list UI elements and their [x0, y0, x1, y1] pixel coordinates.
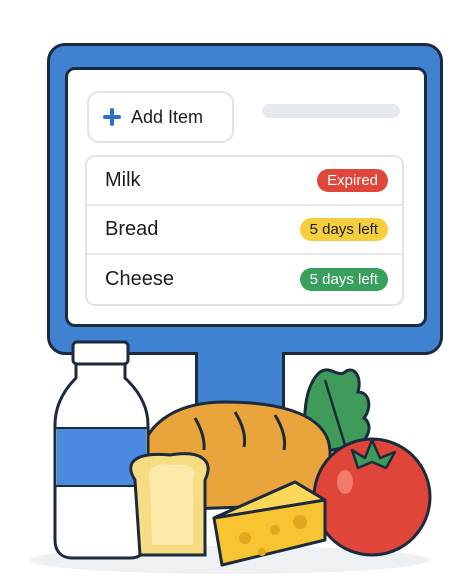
bread-slice-icon — [129, 452, 210, 557]
groceries-illustration — [30, 340, 432, 574]
milk-bottle-icon — [53, 340, 150, 560]
tomato-icon — [312, 437, 432, 557]
